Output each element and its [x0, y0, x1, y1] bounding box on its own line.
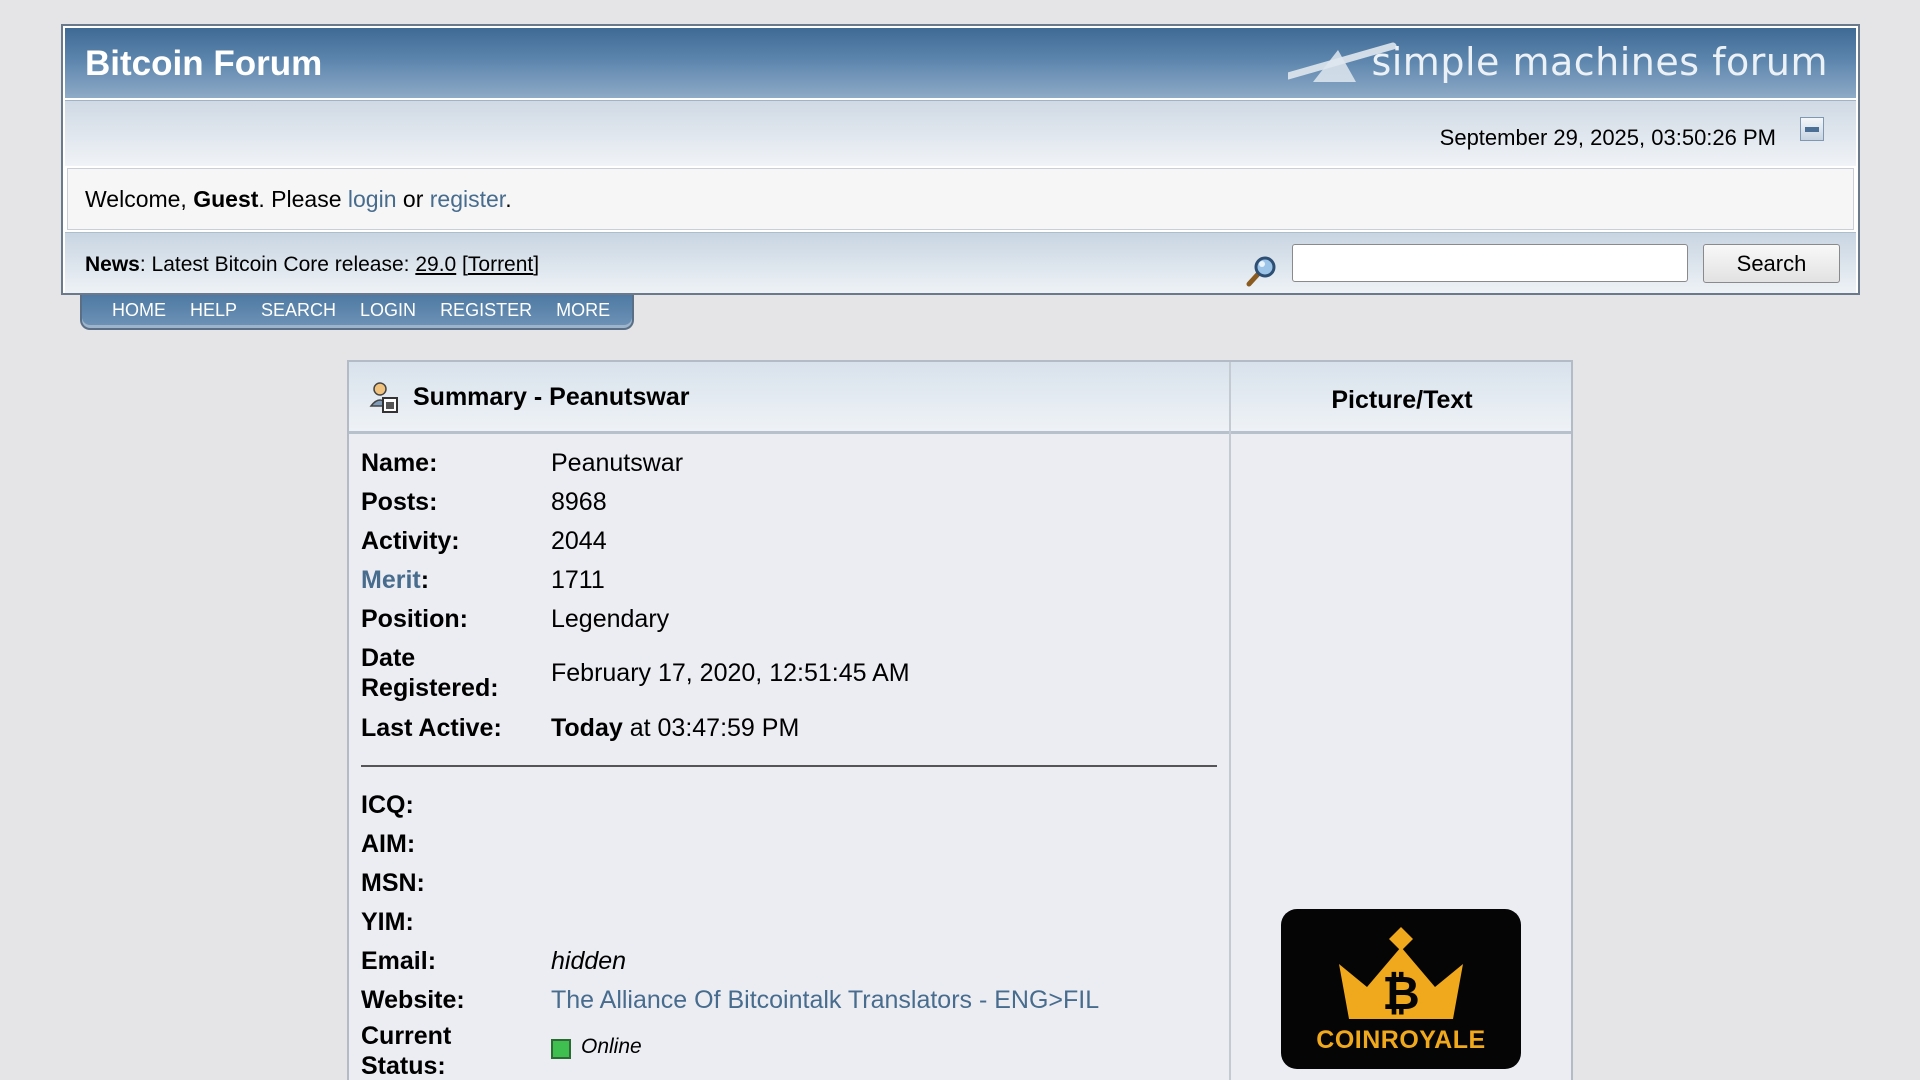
last-active-time: at 03:47:59 PM	[622, 714, 800, 742]
field-label: Activity:	[361, 527, 460, 555]
field-label: Current Status:	[361, 1021, 551, 1080]
field-label-line2: Status:	[361, 1052, 446, 1080]
status-text: Online	[581, 1035, 642, 1058]
field-label: Posts:	[361, 488, 438, 516]
avatar: ₿ COINROYALE	[1281, 909, 1521, 1069]
welcome-suffix: .	[505, 186, 512, 212]
title-bar: Bitcoin Forum simple machines forum	[65, 28, 1856, 98]
section-separator	[361, 765, 1217, 767]
field-label: MSN:	[361, 869, 425, 897]
field-merit: Merit: 1711	[361, 566, 605, 595]
field-label: Date Registered:	[361, 643, 551, 703]
welcome-please: . Please	[258, 186, 348, 212]
field-label: Name:	[361, 449, 438, 477]
last-active-day: Today	[551, 714, 623, 742]
news-line: News: Latest Bitcoin Core release: 29.0 …	[85, 253, 539, 277]
search-input[interactable]	[1292, 244, 1688, 282]
smf-logo: simple machines forum	[1288, 38, 1828, 88]
menu-item-home[interactable]: HOME	[112, 295, 166, 325]
svg-text:₿: ₿	[1382, 967, 1420, 1019]
news-text: : Latest Bitcoin Core release:	[139, 253, 416, 276]
field-last-active: Last Active: Today at 03:47:59 PM	[361, 714, 799, 743]
field-activity: Activity: 2044	[361, 527, 607, 556]
news-close-bracket: ]	[533, 253, 540, 276]
guest-name: Guest	[193, 186, 259, 212]
field-position: Position: Legendary	[361, 605, 669, 634]
welcome-prefix: Welcome,	[85, 186, 194, 212]
field-label: Last Active:	[361, 714, 502, 742]
crown-icon: ₿	[1339, 927, 1463, 1019]
merit-colon: :	[420, 566, 430, 594]
user-bar: September 29, 2025, 03:50:26 PM	[65, 100, 1856, 166]
field-label: Website:	[361, 986, 465, 1014]
forum-header: Bitcoin Forum simple machines forum Sept…	[61, 24, 1860, 295]
forum-title[interactable]: Bitcoin Forum	[85, 44, 322, 84]
field-aim: AIM:	[361, 830, 551, 859]
profile-icon	[369, 382, 398, 413]
picture-text-heading: Picture/Text	[1331, 386, 1473, 414]
field-value: Online	[551, 1035, 642, 1059]
field-current-status: Current Status: Online	[361, 1022, 642, 1080]
menu-item-register[interactable]: REGISTER	[440, 295, 532, 325]
field-label-line1: Current	[361, 1022, 452, 1050]
column-divider	[1229, 362, 1231, 1080]
avatar-brand-text: COINROYALE	[1316, 1026, 1486, 1054]
menu-item-help[interactable]: HELP	[190, 295, 237, 325]
summary-title-text: Summary - Peanutswar	[413, 382, 690, 411]
magnifier-icon	[1246, 256, 1276, 287]
welcome-or: or	[396, 186, 430, 212]
news-label: News	[85, 253, 140, 276]
online-status-icon	[551, 1039, 571, 1059]
login-link[interactable]: login	[348, 186, 397, 212]
profile-summary-table: Summary - Peanutswar Picture/Text Name: …	[347, 360, 1573, 1080]
register-link[interactable]: register	[430, 186, 505, 212]
release-version-link[interactable]: 29.0	[415, 253, 456, 276]
field-value: 1711	[551, 566, 605, 594]
field-yim: YIM:	[361, 908, 551, 937]
field-label: YIM:	[361, 908, 414, 936]
menu-item-search[interactable]: SEARCH	[261, 295, 336, 325]
field-value: Peanutswar	[551, 449, 684, 477]
field-email: Email: hidden	[361, 947, 626, 976]
field-value: 2044	[551, 527, 607, 555]
field-label-line1: Date	[361, 644, 416, 672]
main-menu: HOME HELP SEARCH LOGIN REGISTER MORE	[80, 295, 634, 330]
field-label: Email:	[361, 947, 437, 975]
smf-logo-text: simple machines forum	[1371, 40, 1828, 84]
field-label: Merit:	[361, 566, 551, 595]
field-posts: Posts: 8968	[361, 488, 607, 517]
merit-link[interactable]: Merit	[361, 566, 421, 594]
welcome-message: Welcome, Guest. Please login or register…	[67, 168, 1854, 230]
field-website: Website: The Alliance Of Bitcointalk Tra…	[361, 986, 1099, 1015]
field-msn: MSN:	[361, 869, 551, 898]
field-label: AIM:	[361, 830, 416, 858]
menu-item-login[interactable]: LOGIN	[360, 295, 416, 325]
collapse-icon[interactable]	[1800, 117, 1824, 141]
field-value: hidden	[551, 947, 627, 975]
summary-title: Summary - Peanutswar	[369, 380, 690, 414]
website-link[interactable]: The Alliance Of Bitcointalk Translators …	[551, 986, 1099, 1015]
field-value: Legendary	[551, 605, 670, 633]
field-label-line2: Registered:	[361, 674, 499, 702]
menu-item-more[interactable]: MORE	[556, 295, 610, 325]
field-value: February 17, 2020, 12:51:45 AM	[551, 658, 910, 687]
field-label: ICQ:	[361, 791, 414, 819]
field-date-registered: Date Registered: February 17, 2020, 12:51…	[361, 644, 910, 702]
field-icq: ICQ:	[361, 791, 551, 820]
current-datetime: September 29, 2025, 03:50:26 PM	[1439, 125, 1776, 150]
field-value: 8968	[551, 488, 607, 516]
field-label: Position:	[361, 605, 468, 633]
news-bar: News: Latest Bitcoin Core release: 29.0 …	[65, 232, 1856, 293]
search-button[interactable]: Search	[1703, 244, 1840, 283]
field-value: Today at 03:47:59 PM	[551, 714, 799, 743]
field-name: Name: Peanutswar	[361, 449, 683, 478]
torrent-link[interactable]: Torrent	[468, 253, 533, 276]
news-open-bracket: [	[456, 253, 468, 276]
